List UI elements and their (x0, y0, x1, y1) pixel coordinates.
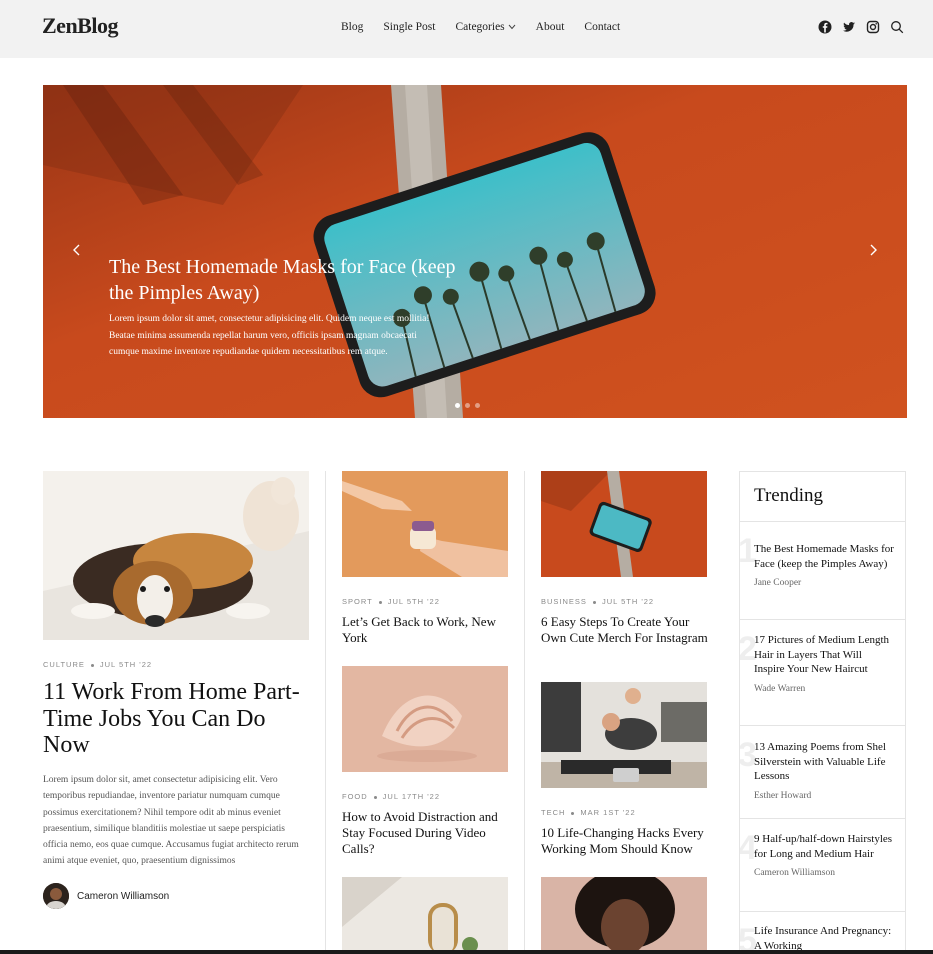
post-title[interactable]: How to Avoid Distraction and Stay Focuse… (342, 809, 512, 857)
post-meta: Tech Mar 1st '22 (541, 808, 636, 817)
author-info[interactable]: Cameron Williamson (43, 883, 169, 909)
trending-title[interactable]: 13 Amazing Poems from Shel Silverstein w… (754, 740, 895, 784)
prev-slide-icon[interactable] (69, 242, 85, 258)
post-title[interactable]: Let’s Get Back to Work, New York (342, 614, 510, 646)
trending-title[interactable]: Life Insurance And Pregnancy: A Working (754, 924, 895, 953)
post-thumbnail[interactable] (342, 471, 508, 577)
post-thumbnail[interactable] (541, 877, 707, 954)
slider-dot[interactable] (475, 403, 480, 408)
post-date: Jul 5th '22 (99, 660, 153, 669)
hero-slider[interactable]: The Best Homemade Masks for Face (keep t… (43, 85, 907, 418)
site-logo[interactable]: ZenBlog (42, 13, 118, 39)
category-label[interactable]: Tech (541, 808, 565, 817)
featured-post-image[interactable] (43, 471, 309, 640)
featured-post-meta: Culture Jul 5th '22 (43, 660, 152, 669)
trending-item[interactable]: 3 13 Amazing Poems from Shel Silverstein… (740, 726, 905, 819)
bottom-edge (0, 950, 933, 954)
nav-single-post[interactable]: Single Post (383, 21, 435, 33)
chevron-down-icon (508, 24, 516, 30)
slider-pagination (455, 403, 480, 408)
post-thumbnail[interactable] (541, 471, 707, 577)
post-meta: Business Jul 5th '22 (541, 597, 654, 606)
post-thumbnail[interactable] (541, 682, 707, 788)
post-thumbnail[interactable] (342, 666, 508, 772)
post-thumbnail[interactable] (342, 877, 508, 954)
post-meta: Food Jul 17th '22 (342, 792, 440, 801)
slider-dot[interactable] (465, 403, 470, 408)
avatar (43, 883, 69, 909)
facebook-icon[interactable] (818, 20, 832, 34)
post-date: Jul 17th '22 (382, 792, 441, 801)
post-date: Jul 5th '22 (387, 597, 440, 606)
nav-categories-label: Categories (455, 21, 505, 33)
nav-about[interactable]: About (536, 21, 565, 33)
trending-item[interactable]: 4 9 Half-up/half-down Hairstyles for Lon… (740, 819, 905, 912)
nav-categories[interactable]: Categories (455, 21, 516, 33)
trending-item[interactable]: 2 17 Pictures of Medium Length Hair in L… (740, 620, 905, 726)
slider-dot[interactable] (455, 403, 460, 408)
post-meta: Sport Jul 5th '22 (342, 597, 440, 606)
instagram-icon[interactable] (866, 20, 880, 34)
trending-item[interactable]: 5 Life Insurance And Pregnancy: A Workin… (740, 912, 905, 954)
trending-author: Jane Cooper (754, 578, 802, 588)
category-label[interactable]: Business (541, 597, 587, 606)
post-title[interactable]: 6 Easy Steps To Create Your Own Cute Mer… (541, 614, 709, 646)
nav-contact[interactable]: Contact (584, 21, 620, 33)
social-links (818, 20, 914, 34)
trending-author: Cameron Williamson (754, 868, 835, 878)
trending-author: Esther Howard (754, 790, 812, 801)
post-date: Mar 1st '22 (580, 808, 636, 817)
trending-title[interactable]: 9 Half-up/half-down Hairstyles for Long … (754, 832, 895, 861)
trending-title[interactable]: The Best Homemade Masks for Face (keep t… (754, 542, 895, 571)
trending-heading: Trending (740, 472, 905, 522)
search-icon[interactable] (890, 20, 904, 34)
category-label[interactable]: Culture (43, 660, 85, 669)
featured-post-title[interactable]: 11 Work From Home Part-Time Jobs You Can… (43, 679, 313, 759)
main-nav: Blog Single Post Categories About Contac… (341, 21, 640, 33)
trending-title[interactable]: 17 Pictures of Medium Length Hair in Lay… (754, 633, 895, 677)
trending-item[interactable]: 1 The Best Homemade Masks for Face (keep… (740, 522, 905, 620)
featured-post-excerpt: Lorem ipsum dolor sit, amet consectetur … (43, 775, 299, 867)
column-divider (524, 471, 525, 954)
category-label[interactable]: Sport (342, 597, 373, 606)
author-name: Cameron Williamson (77, 890, 170, 902)
trending-sidebar: Trending 1 The Best Homemade Masks for F… (739, 471, 906, 954)
column-divider (325, 471, 326, 954)
hero-excerpt: Lorem ipsum dolor sit amet, consectetur … (109, 314, 430, 357)
site-header: ZenBlog Blog Single Post Categories Abou… (0, 0, 933, 58)
trending-author: Wade Warren (754, 683, 806, 694)
post-title[interactable]: 10 Life-Changing Hacks Every Working Mom… (541, 825, 713, 857)
nav-blog[interactable]: Blog (341, 21, 363, 33)
category-label[interactable]: Food (342, 792, 368, 801)
hero-title[interactable]: The Best Homemade Masks for Face (keep t… (109, 254, 469, 306)
post-date: Jul 5th '22 (601, 597, 655, 606)
twitter-icon[interactable] (842, 20, 856, 34)
next-slide-icon[interactable] (865, 242, 881, 258)
hero-image (43, 85, 907, 418)
